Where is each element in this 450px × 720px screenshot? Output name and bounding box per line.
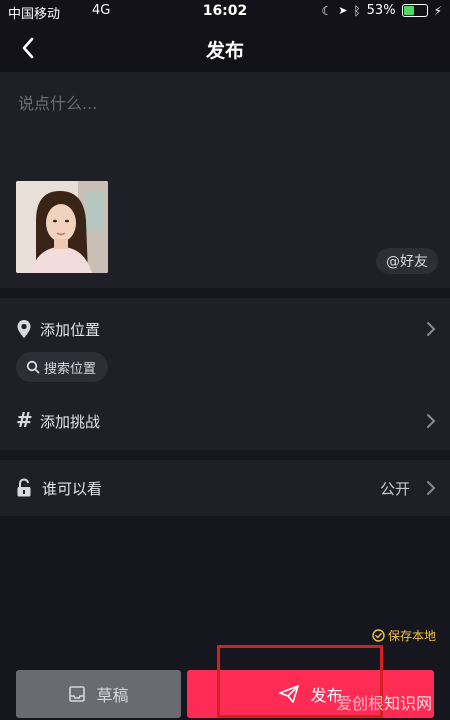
hashtag-icon: # bbox=[16, 408, 33, 432]
search-location-button[interactable]: 搜索位置 bbox=[16, 352, 109, 382]
check-circle-icon bbox=[372, 629, 385, 642]
search-icon bbox=[26, 360, 40, 374]
bluetooth-icon: ᛒ bbox=[353, 3, 361, 18]
who-can-see-row[interactable]: 谁可以看 公开 bbox=[16, 477, 436, 499]
mention-friends-button[interactable]: @好友 bbox=[376, 248, 438, 274]
chevron-right-icon bbox=[427, 414, 436, 428]
search-location-label: 搜索位置 bbox=[44, 361, 97, 377]
top-nav-bar: 发布 bbox=[0, 24, 450, 72]
post-composer: 说点什么... @好友 bbox=[0, 72, 450, 288]
battery-percent: 53% bbox=[366, 3, 396, 18]
watermark-part1: 爱创根 bbox=[335, 694, 384, 713]
chevron-right-icon bbox=[427, 322, 436, 336]
moon-icon: ☾ bbox=[321, 3, 333, 18]
status-bar: 中国移动 4G 16:02 ☾ ➤ ᛒ 53% ⚡ bbox=[0, 0, 450, 24]
charging-icon: ⚡ bbox=[433, 3, 442, 18]
save-local-toggle[interactable]: 保存本地 bbox=[372, 627, 436, 644]
location-pin-icon bbox=[17, 320, 31, 338]
unlock-icon bbox=[17, 478, 31, 497]
status-right-group: ☾ ➤ ᛒ 53% ⚡ bbox=[321, 3, 442, 18]
watermark-part2: 知识网 bbox=[383, 694, 432, 713]
video-thumbnail[interactable] bbox=[16, 181, 108, 273]
draft-label: 草稿 bbox=[96, 686, 129, 705]
location-arrow-icon: ➤ bbox=[338, 4, 348, 17]
thumbnail-image bbox=[16, 181, 108, 273]
battery-icon bbox=[401, 4, 428, 17]
add-challenge-label: 添加挑战 bbox=[40, 413, 101, 431]
drafts-box-icon bbox=[69, 686, 86, 702]
add-challenge-row[interactable]: # 添加挑战 bbox=[16, 408, 436, 432]
draft-button[interactable]: 草稿 bbox=[16, 670, 181, 718]
add-location-label: 添加位置 bbox=[40, 321, 101, 339]
visibility-value: 公开 bbox=[379, 480, 410, 498]
chevron-right-icon bbox=[427, 481, 436, 495]
page-title: 发布 bbox=[205, 40, 244, 62]
save-local-label: 保存本地 bbox=[387, 629, 436, 643]
who-can-see-label: 谁可以看 bbox=[42, 480, 103, 498]
watermark: 爱创根知识网 bbox=[336, 690, 432, 714]
caption-input[interactable]: 说点什么... bbox=[18, 90, 97, 114]
add-location-row[interactable]: 添加位置 bbox=[16, 318, 436, 340]
